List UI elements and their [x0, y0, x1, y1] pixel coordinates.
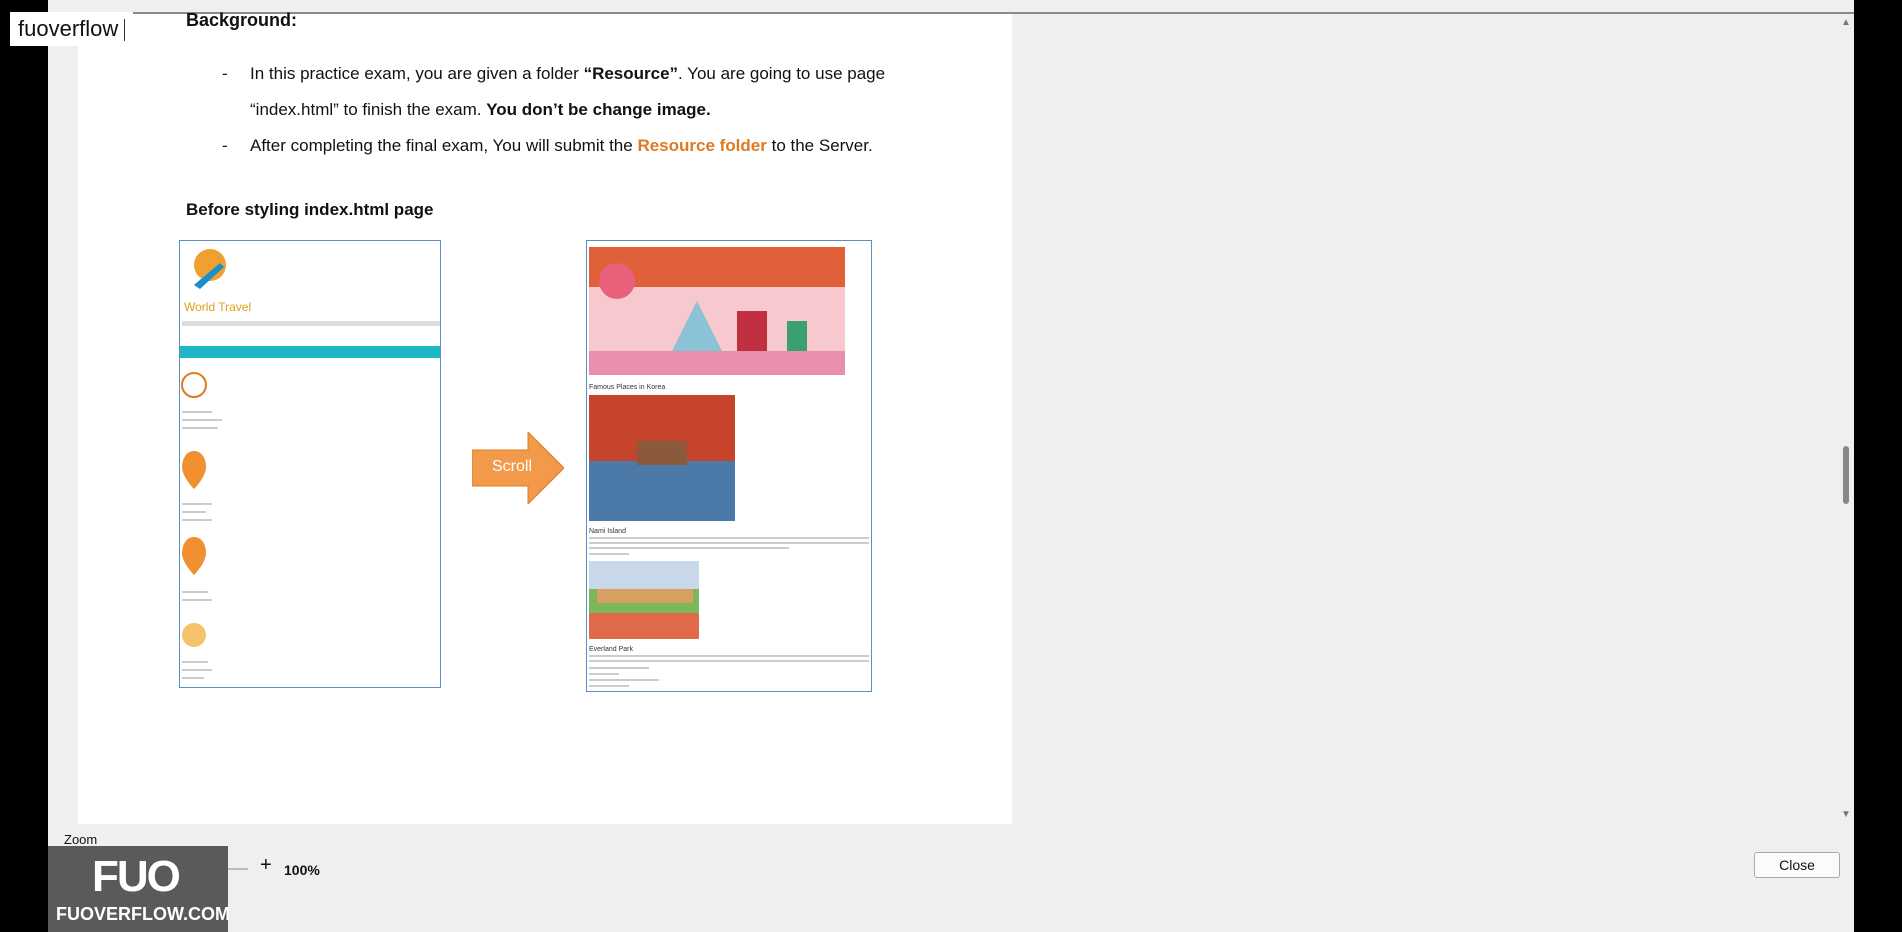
document-viewer: Background: - In this practice exam, you…: [48, 0, 1854, 932]
logo-text: FUOVERFLOW.COM: [56, 904, 230, 924]
section-heading: Background:: [186, 10, 298, 30]
text-run-bold: You don’t be change image.: [486, 100, 711, 119]
bullet-line-3: After completing the final exam, You wil…: [250, 136, 873, 156]
close-button[interactable]: Close: [1754, 852, 1840, 878]
thumb-caption-1: Famous Places in Korea: [589, 384, 665, 391]
document-page: Background: - In this practice exam, you…: [78, 10, 1012, 824]
text-run: . You are going to use page: [678, 64, 886, 83]
content-page-illustration: Famous Places in Korea Nami Island Everl…: [589, 247, 869, 687]
scrollbar-thumb[interactable]: [1843, 446, 1849, 504]
zoom-in-button[interactable]: +: [260, 854, 272, 877]
watermark-text: fuoverflow: [18, 16, 119, 41]
logo-mark: FUO: [92, 852, 181, 901]
zoom-value: 100%: [284, 862, 320, 878]
fuoverflow-logo: FUO FUOVERFLOW.COM: [48, 846, 230, 932]
thumb-brand: World Travel: [184, 300, 251, 314]
text-run-bold: “Resource”: [583, 64, 679, 83]
text-run-orange: Resource folder: [637, 136, 767, 155]
bullet-line-2: “index.html” to finish the exam. You don…: [250, 100, 711, 120]
thumb-caption-3: Everland Park: [589, 646, 633, 653]
scroll-arrow-label: Scroll: [492, 458, 533, 475]
watermark-label: fuoverflow: [10, 12, 134, 46]
text-cursor: [124, 19, 126, 42]
vertical-scrollbar[interactable]: ▲ ▼: [1838, 14, 1854, 824]
text-run: After completing the final exam, You wil…: [250, 136, 638, 155]
thumb-caption-2: Nami Island: [589, 528, 626, 535]
bullet-line-1: In this practice exam, you are given a f…: [250, 64, 885, 84]
bullet-marker: -: [222, 64, 228, 83]
before-styling-thumbnail: World Travel: [179, 240, 441, 688]
document-area[interactable]: Background: - In this practice exam, you…: [48, 10, 1838, 824]
zoom-label: Zoom: [64, 832, 98, 847]
scroll-up-icon[interactable]: ▲: [1841, 18, 1851, 28]
content-page-thumbnail: Famous Places in Korea Nami Island Everl…: [586, 240, 872, 692]
scroll-down-icon[interactable]: ▼: [1841, 810, 1851, 820]
text-run: to the Server.: [766, 136, 873, 155]
text-run: “index.html” to finish the exam.: [250, 100, 487, 119]
text-run: In this practice exam, you are given a f…: [250, 64, 584, 83]
page-gutter: [48, 14, 78, 824]
unstyled-page-illustration: World Travel: [180, 249, 440, 679]
bullet-marker: -: [222, 136, 228, 155]
subheading: Before styling index.html page: [186, 200, 434, 219]
